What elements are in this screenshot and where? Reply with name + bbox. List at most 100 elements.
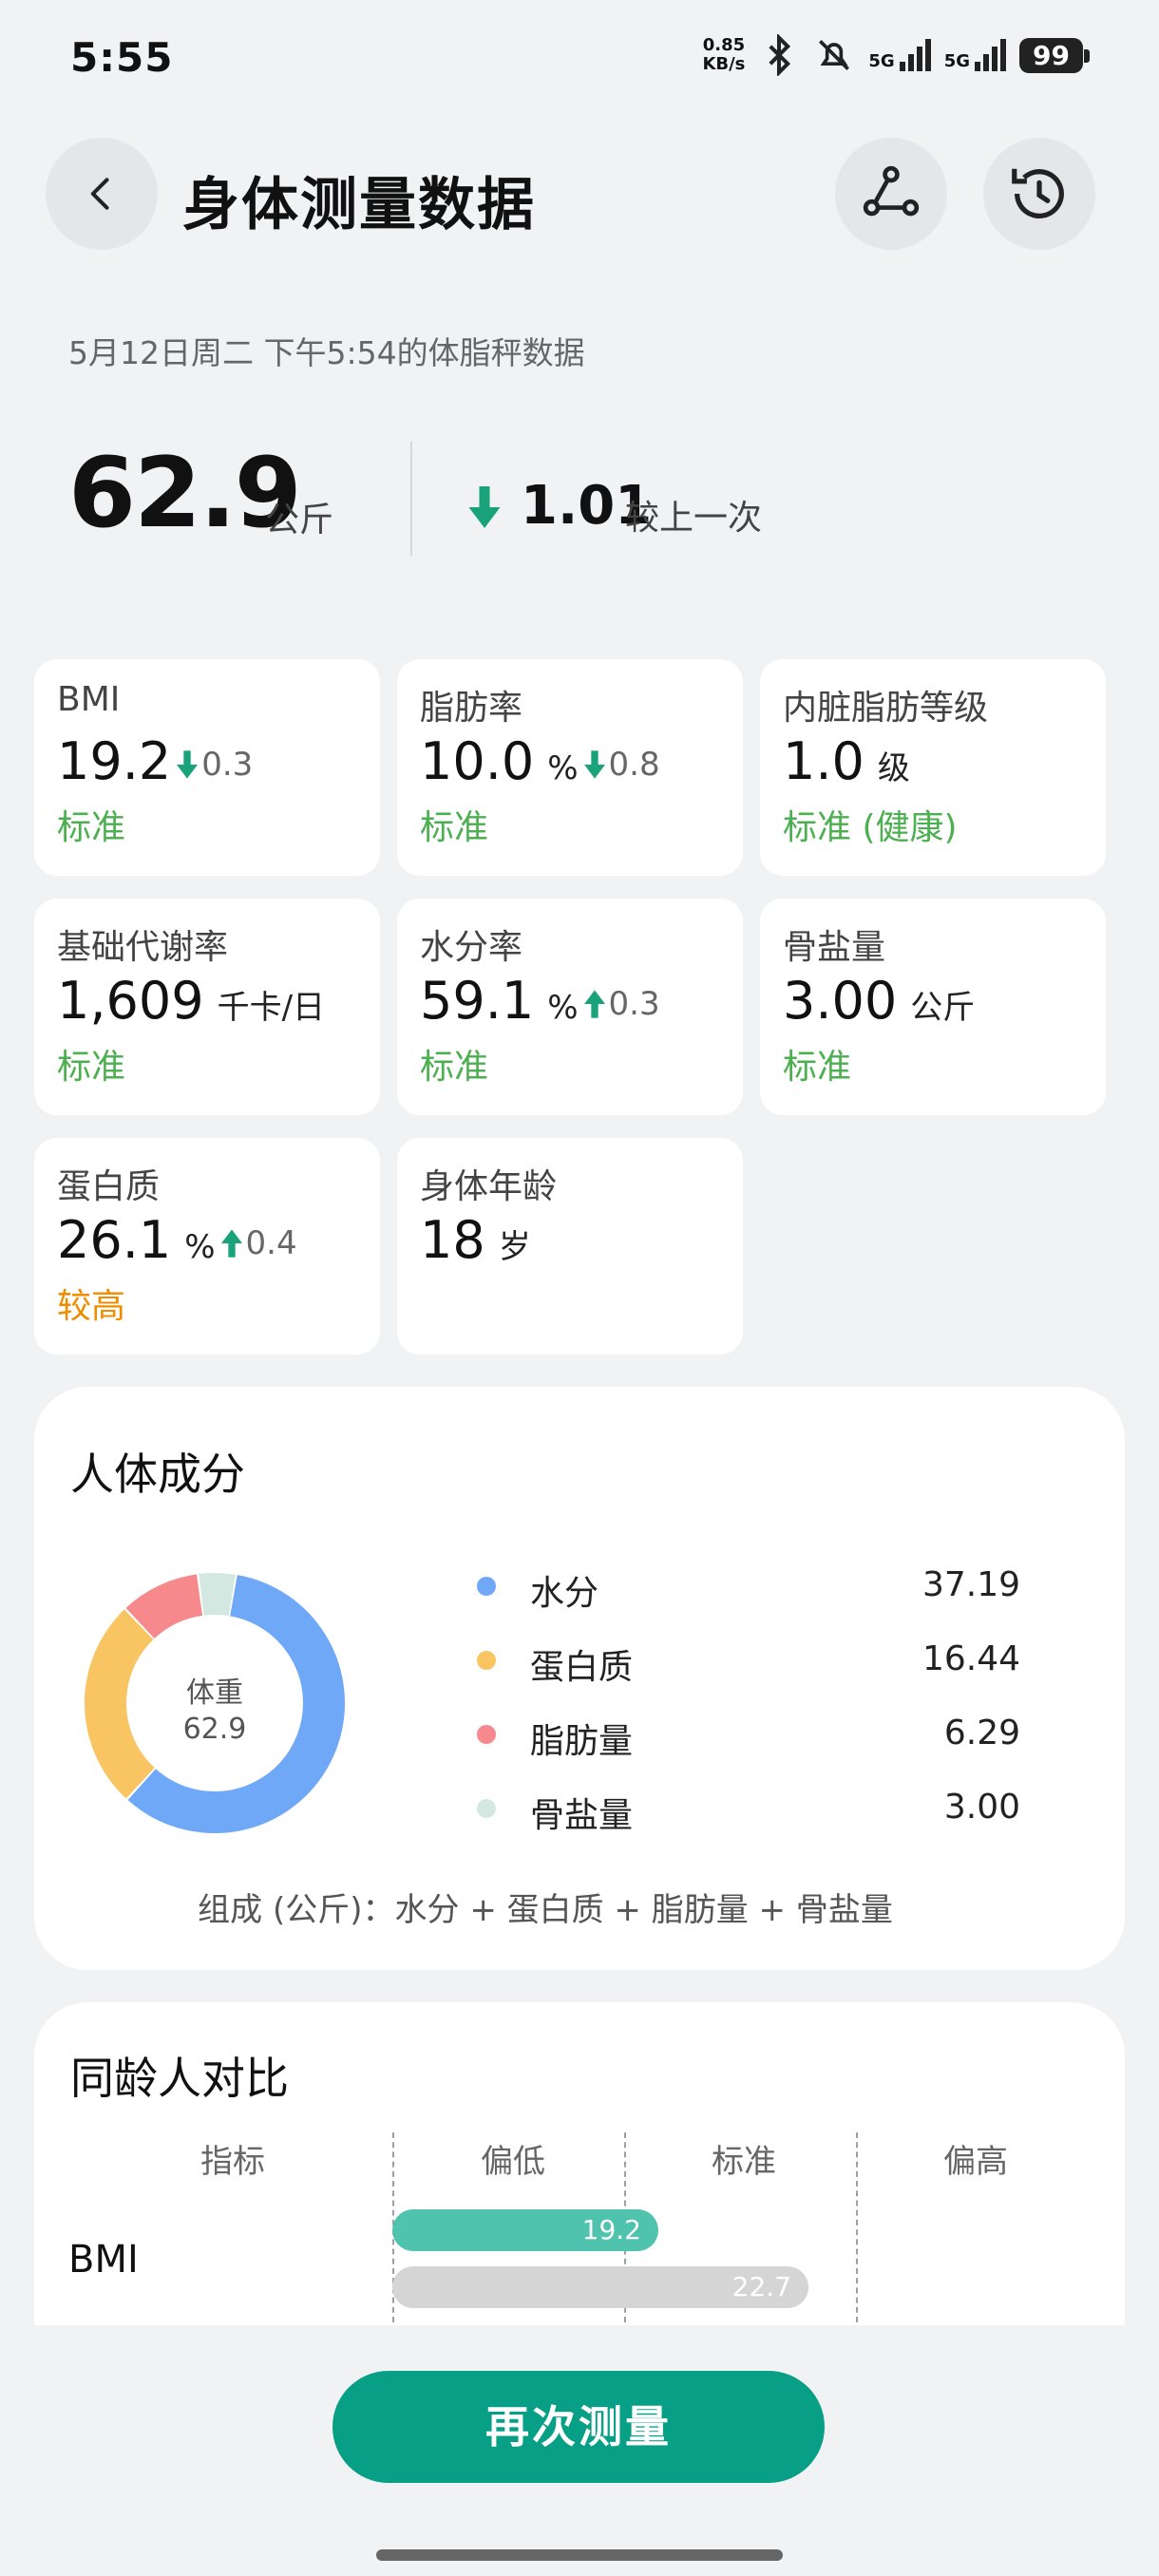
weight-summary: 62.9 公斤 1.01 较上一次 bbox=[68, 437, 1113, 570]
metric-value-line: 19.2 0.3 bbox=[57, 731, 253, 791]
legend-name: 骨盐量 bbox=[530, 1796, 634, 1835]
battery-indicator: 99 bbox=[1019, 37, 1090, 73]
metric-value-line: 3.00 公斤 bbox=[783, 971, 975, 1031]
back-button[interactable] bbox=[46, 138, 158, 250]
metric-value: 10.0 bbox=[420, 731, 535, 791]
chevron-left-icon bbox=[90, 178, 109, 210]
legend-dot bbox=[477, 1725, 496, 1744]
status-time: 5:55 bbox=[70, 34, 174, 81]
legend-item: 骨盐量 3.00 bbox=[477, 1782, 1020, 1839]
signal-5g-icon-2: 5G bbox=[944, 39, 1007, 71]
arrow-down-icon bbox=[177, 750, 199, 779]
metric-diff: 0.3 bbox=[583, 985, 660, 1023]
history-clock-icon bbox=[1012, 168, 1064, 218]
metric-value: 3.00 bbox=[783, 971, 898, 1031]
composition-note: 组成 (公斤)：水分 + 蛋白质 + 脂肪量 + 骨盐量 bbox=[198, 1891, 893, 1929]
metric-status: 标准 (健康) bbox=[783, 808, 958, 847]
metric-unit: 岁 bbox=[498, 1228, 531, 1266]
metric-status: 较高 bbox=[57, 1287, 126, 1326]
status-bar: 5:55 0.85 KB/s 5G 5G 99 bbox=[0, 0, 1159, 114]
metric-value: 19.2 bbox=[57, 731, 172, 791]
status-icons: 0.85 KB/s 5G 5G 99 bbox=[702, 34, 1090, 76]
history-button[interactable] bbox=[983, 138, 1095, 250]
metric-value-line: 1,609 千卡/日 bbox=[57, 971, 325, 1031]
metric-card[interactable]: BMI 19.2 0.3 标准 bbox=[34, 659, 380, 876]
trend-button[interactable] bbox=[835, 138, 947, 250]
peer-title: 同龄人对比 bbox=[70, 2053, 289, 2104]
legend-name: 水分 bbox=[530, 1574, 599, 1613]
metric-unit: % bbox=[547, 749, 579, 787]
metric-card[interactable]: 内脏脂肪等级 1.0 级标准 (健康) bbox=[760, 659, 1106, 876]
metric-diff-value: 0.3 bbox=[201, 746, 254, 784]
metric-unit: 公斤 bbox=[910, 989, 976, 1027]
legend-dot bbox=[477, 1577, 496, 1596]
col-high: 偏高 bbox=[943, 2143, 1008, 2181]
home-indicator[interactable] bbox=[376, 2549, 783, 2561]
peer-bar: 22.7 bbox=[392, 2266, 808, 2308]
metric-diff: 0.3 bbox=[177, 746, 253, 784]
composition-donut: 体重 62.9 bbox=[84, 1572, 346, 1834]
metric-label: 基础代谢率 bbox=[57, 928, 229, 967]
legend-dot bbox=[477, 1651, 496, 1670]
composition-title: 人体成分 bbox=[70, 1449, 245, 1500]
metric-label: 蛋白质 bbox=[57, 1167, 161, 1206]
metric-card[interactable]: 脂肪率 10.0% 0.8 标准 bbox=[397, 659, 743, 876]
divider bbox=[410, 442, 412, 556]
weight-unit: 公斤 bbox=[265, 501, 334, 540]
metric-card[interactable]: 基础代谢率 1,609 千卡/日标准 bbox=[34, 899, 380, 1115]
bluetooth-icon bbox=[769, 34, 791, 76]
legend-value: 16.44 bbox=[922, 1639, 1020, 1678]
metric-label: 脂肪率 bbox=[420, 689, 523, 728]
user-bar: 19.2 bbox=[392, 2209, 658, 2251]
measurement-subtitle: 5月12日周二 下午5:54的体脂秤数据 bbox=[68, 334, 585, 371]
metric-value: 18 bbox=[420, 1210, 485, 1270]
donut-center-label: 体重 bbox=[186, 1676, 243, 1710]
gridline-3 bbox=[856, 2132, 858, 2322]
legend-value: 37.19 bbox=[922, 1565, 1020, 1604]
metric-diff-value: 0.8 bbox=[608, 746, 660, 784]
metric-value: 26.1 bbox=[57, 1210, 172, 1270]
arrow-up-icon bbox=[220, 1229, 242, 1258]
weight-change-label: 较上一次 bbox=[625, 499, 763, 538]
metric-value-line: 10.0% 0.8 bbox=[420, 731, 660, 791]
metric-status: 标准 bbox=[57, 1048, 126, 1087]
metric-value: 1,609 bbox=[57, 971, 204, 1031]
metric-label: 骨盐量 bbox=[783, 928, 886, 967]
metric-diff: 0.4 bbox=[220, 1224, 297, 1262]
metric-value: 1.0 bbox=[783, 731, 864, 791]
legend-item: 脂肪量 6.29 bbox=[477, 1708, 1020, 1765]
metric-status: 标准 bbox=[420, 808, 489, 847]
share-nodes-icon bbox=[863, 165, 920, 217]
metric-unit: % bbox=[547, 989, 579, 1027]
legend-dot bbox=[477, 1799, 496, 1818]
metric-value-line: 59.1% 0.3 bbox=[420, 971, 660, 1031]
app-header: 身体测量数据 bbox=[0, 138, 1159, 252]
arrow-down-icon bbox=[468, 486, 501, 528]
legend-name: 蛋白质 bbox=[530, 1648, 634, 1687]
legend-name: 脂肪量 bbox=[530, 1722, 634, 1761]
network-speed: 0.85 KB/s bbox=[702, 35, 746, 74]
metric-unit: 千卡/日 bbox=[217, 989, 326, 1027]
signal-5g-icon-1: 5G bbox=[868, 39, 931, 71]
metric-label: 水分率 bbox=[420, 928, 523, 967]
legend-value: 6.29 bbox=[943, 1714, 1020, 1752]
metric-value-line: 1.0 级 bbox=[783, 731, 910, 791]
legend-item: 蛋白质 16.44 bbox=[477, 1634, 1020, 1691]
metric-card[interactable]: 身体年龄 18 岁 bbox=[397, 1138, 743, 1354]
metric-card[interactable]: 水分率 59.1% 0.3 标准 bbox=[397, 899, 743, 1115]
metric-value-line: 18 岁 bbox=[420, 1210, 531, 1270]
metric-label: BMI bbox=[57, 680, 121, 719]
metric-diff: 0.8 bbox=[583, 746, 660, 784]
metric-value-line: 26.1% 0.4 bbox=[57, 1210, 297, 1270]
metric-label: 内脏脂肪等级 bbox=[783, 689, 989, 728]
measure-again-button[interactable]: 再次测量 bbox=[332, 2371, 825, 2483]
peer-row-label: BMI bbox=[68, 2238, 139, 2282]
donut-center-value: 62.9 bbox=[182, 1713, 247, 1746]
metric-card[interactable]: 蛋白质 26.1% 0.4 较高 bbox=[34, 1138, 380, 1354]
legend-value: 3.00 bbox=[943, 1788, 1020, 1827]
col-indicator: 指标 bbox=[200, 2143, 265, 2181]
metric-unit: 级 bbox=[877, 749, 910, 787]
arrow-up-icon bbox=[583, 990, 605, 1018]
metric-status: 标准 bbox=[57, 808, 126, 847]
metric-card[interactable]: 骨盐量 3.00 公斤 标准 bbox=[760, 899, 1106, 1115]
